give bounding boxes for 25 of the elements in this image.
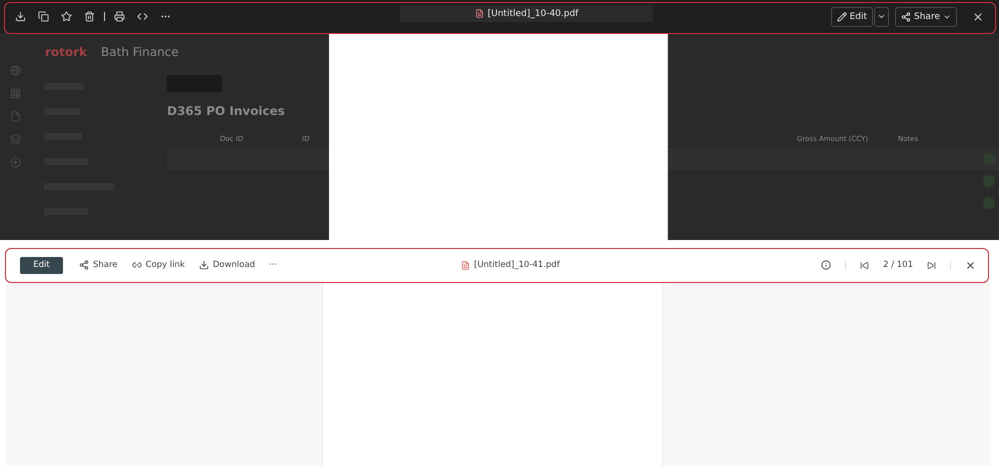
toolbar-action[interactable]: Copy link	[132, 260, 185, 270]
pdf-file-icon	[461, 260, 470, 270]
library-title: D365 PO Invoices	[167, 104, 286, 118]
close-icon[interactable]	[965, 260, 976, 270]
more-button[interactable]: ···	[269, 260, 278, 270]
edit-button[interactable]: Edit	[830, 6, 874, 26]
site-title: Bath Finance	[101, 45, 179, 59]
file-name-field: [Untitled]_10-40.pdf	[400, 5, 653, 22]
toolbar-action[interactable]: Share	[79, 260, 118, 270]
pencil-icon	[836, 12, 847, 22]
download-icon	[198, 260, 209, 270]
info-icon[interactable]	[821, 260, 832, 270]
edit-button[interactable]: Edit	[20, 256, 63, 274]
file-name: [Untitled]_10-41.pdf	[474, 260, 560, 270]
page-counter: 2 / 101	[883, 260, 913, 270]
share-icon	[901, 12, 912, 22]
brand-logo: rotork	[45, 45, 88, 59]
share-icon	[79, 260, 89, 270]
pdf-file-icon	[474, 9, 484, 18]
chevron-down-icon	[877, 12, 886, 21]
first-page-icon[interactable]	[860, 260, 870, 270]
toolbar-action[interactable]: Download	[198, 260, 256, 270]
share-button[interactable]: Share	[895, 6, 957, 26]
link-icon	[132, 260, 142, 270]
last-page-icon[interactable]	[927, 260, 936, 270]
